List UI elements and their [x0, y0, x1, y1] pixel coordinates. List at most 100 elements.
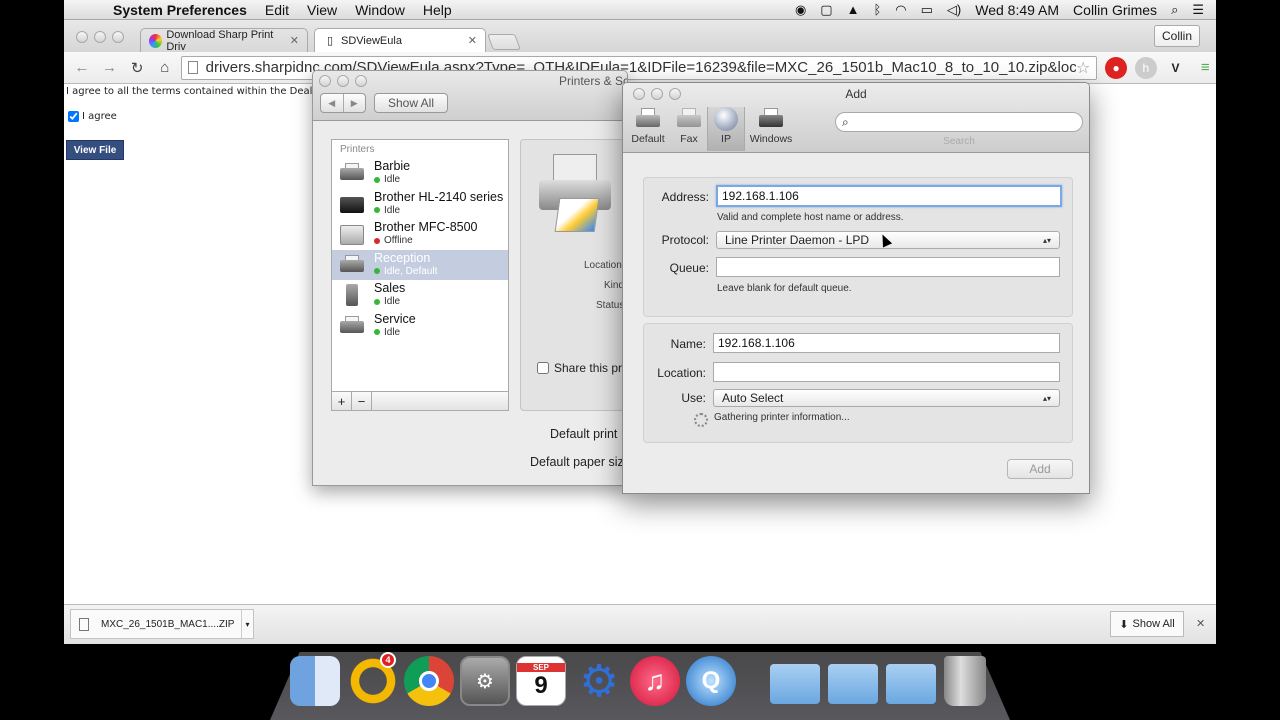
menu-app-name[interactable]: System Preferences — [104, 2, 256, 18]
battery-icon[interactable]: ▭ — [921, 2, 933, 18]
menu-edit[interactable]: Edit — [256, 2, 298, 18]
printer-status: Idle — [384, 326, 401, 338]
back-icon[interactable]: ← — [70, 59, 94, 76]
extension-red-icon[interactable]: ● — [1105, 56, 1127, 79]
queue-input[interactable] — [716, 257, 1060, 277]
add-button[interactable]: Add — [1007, 459, 1073, 479]
quicktime-icon[interactable]: Q — [686, 656, 736, 706]
printer-item-sales[interactable]: Sales Idle — [332, 280, 508, 311]
profile-button[interactable]: Collin — [1153, 25, 1200, 47]
status-area: ◉ ▢ ▲ ᛒ ◠ ▭ ◁) Wed 8:49 AM Collin Grimes… — [795, 2, 1216, 18]
toolbar-windows-button[interactable]: Windows — [749, 107, 793, 151]
gear-app-icon[interactable]: ⚙ — [574, 656, 624, 706]
location-input[interactable] — [713, 362, 1060, 382]
back-arrow-icon[interactable]: ◀ — [321, 94, 343, 112]
chat-icon[interactable]: ▢ — [820, 2, 832, 18]
file-icon — [79, 617, 89, 631]
show-all-downloads-button[interactable]: ⬇ Show All — [1110, 611, 1184, 637]
name-input[interactable]: 192.168.1.106 — [713, 333, 1060, 353]
agree-checkbox[interactable] — [68, 111, 79, 122]
extension-h-icon[interactable]: h — [1134, 56, 1157, 79]
toolbar-ip-button[interactable]: IP — [707, 107, 745, 151]
printers-scanners-window: Printers & Scanners ◀ ▶ Show All Printer… — [312, 70, 628, 486]
downloads-folder-icon[interactable] — [886, 664, 936, 704]
search-label: Search — [943, 136, 975, 147]
bookmark-star-icon[interactable]: ☆ — [1076, 58, 1090, 78]
volume-icon[interactable]: ◁) — [947, 2, 961, 18]
reload-icon[interactable]: ↻ — [125, 59, 149, 77]
minimize-window-icon[interactable] — [94, 31, 106, 43]
applications-folder-icon[interactable] — [770, 664, 820, 704]
printer-item-brother-mfc-8500[interactable]: Brother MFC-8500 Offline — [332, 219, 508, 250]
name-label: Name: — [670, 337, 706, 351]
search-field[interactable]: ⌕ — [835, 112, 1083, 132]
itunes-icon[interactable]: ♫ — [630, 656, 680, 706]
calendar-icon[interactable]: SEP 9 — [516, 656, 566, 706]
spotlight-search-icon[interactable]: ⌕ — [1171, 2, 1178, 18]
trash-icon[interactable] — [944, 656, 986, 706]
close-download-bar-icon[interactable]: ✕ — [1196, 617, 1205, 630]
bluetooth-icon[interactable]: ᛒ — [873, 2, 881, 17]
download-menu-arrow-icon[interactable]: ▾ — [241, 610, 253, 638]
agree-checkbox-row[interactable]: I agree — [68, 111, 117, 122]
printer-item-brother-hl-2140[interactable]: Brother HL-2140 series Idle — [332, 189, 508, 220]
use-value: Auto Select — [722, 391, 784, 405]
browser-toolbar: ← → ↻ ⌂ drivers.sharpidnc.com/SDViewEula… — [64, 52, 1216, 84]
printer-icon — [338, 315, 366, 337]
eula-text: I agree to all the terms contained withi… — [66, 86, 338, 97]
user-name[interactable]: Collin Grimes — [1073, 2, 1157, 18]
printer-item-service[interactable]: Service Idle — [332, 311, 508, 342]
address-input[interactable]: 192.168.1.106 — [716, 185, 1062, 207]
remove-printer-button[interactable]: − — [352, 392, 372, 410]
printer-icon — [338, 284, 366, 307]
share-printer-checkbox[interactable] — [537, 362, 549, 374]
page-favicon-icon: ▯ — [326, 35, 334, 47]
printer-status: Idle — [384, 296, 401, 308]
new-tab-button[interactable] — [487, 34, 521, 50]
forward-arrow-icon[interactable]: ▶ — [342, 94, 366, 112]
share-printer-row[interactable]: Share this pr — [537, 361, 622, 375]
drive-icon[interactable]: ▲ — [847, 2, 860, 17]
zoom-window-icon[interactable] — [112, 31, 124, 43]
minimize-window-icon[interactable] — [337, 75, 349, 87]
add-printer-button[interactable]: + — [332, 392, 352, 410]
system-preferences-icon[interactable]: ⚙ — [460, 656, 510, 706]
chrome-icon[interactable] — [404, 656, 454, 706]
status-dot-icon — [374, 329, 380, 336]
close-window-icon[interactable] — [319, 75, 331, 87]
menu-view[interactable]: View — [298, 2, 346, 18]
record-icon[interactable]: ◉ — [795, 2, 806, 18]
home-icon[interactable]: ⌂ — [153, 59, 177, 76]
toolbar-fax-button[interactable]: Fax — [675, 107, 703, 151]
browser-window-controls — [76, 31, 124, 43]
printer-item-reception[interactable]: Reception Idle, Default — [332, 249, 508, 280]
forward-icon[interactable]: → — [98, 59, 122, 76]
menu-help[interactable]: Help — [414, 2, 461, 18]
status-dot-icon — [374, 207, 380, 214]
status-dot-icon — [374, 176, 380, 183]
notification-center-icon[interactable]: ☰ — [1192, 2, 1204, 18]
notification-badge: 4 — [380, 652, 396, 668]
tab-close-icon[interactable]: ✕ — [290, 34, 299, 47]
view-file-button[interactable]: View File — [66, 140, 124, 160]
toolbar-default-button[interactable]: Default — [629, 107, 667, 151]
printer-status: Idle — [384, 204, 401, 216]
tab-sdvieweula[interactable]: ▯ SDViewEula ✕ — [314, 28, 486, 52]
chrome-menu-icon[interactable]: ≡ — [1194, 57, 1216, 79]
printer-item-barbie[interactable]: Barbie Idle — [332, 158, 508, 189]
documents-folder-icon[interactable] — [828, 664, 878, 704]
use-select[interactable]: Auto Select ▴▾ — [713, 389, 1060, 407]
download-item[interactable]: MXC_26_1501B_MAC1....ZIP ▾ — [70, 609, 254, 639]
mail-app-icon[interactable]: 4 — [348, 652, 398, 706]
tab-download-sharp[interactable]: Download Sharp Print Driv ✕ — [140, 28, 308, 53]
zoom-window-icon[interactable] — [355, 75, 367, 87]
tab-close-icon[interactable]: ✕ — [468, 34, 477, 47]
status-dot-icon — [374, 298, 380, 305]
close-window-icon[interactable] — [76, 31, 88, 43]
wifi-icon[interactable]: ◠ — [895, 2, 906, 18]
finder-icon[interactable] — [290, 656, 340, 706]
show-all-button[interactable]: Show All — [374, 93, 448, 113]
clock[interactable]: Wed 8:49 AM — [975, 2, 1059, 18]
extension-v-icon[interactable]: V — [1165, 57, 1187, 79]
menu-window[interactable]: Window — [346, 2, 414, 18]
